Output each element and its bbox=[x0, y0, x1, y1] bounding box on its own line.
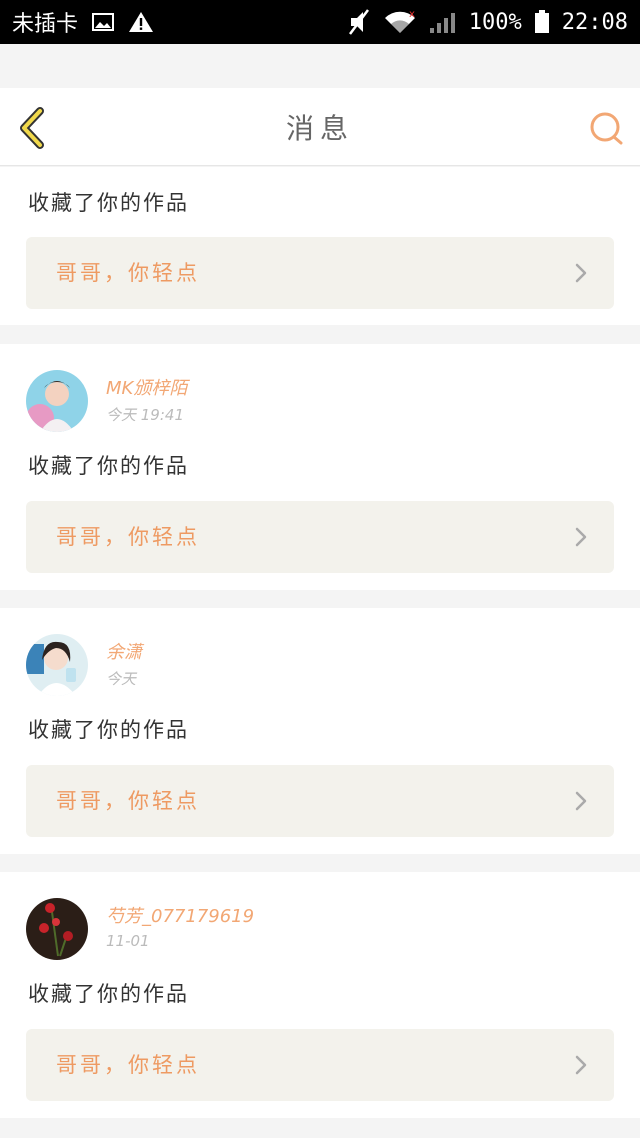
username[interactable]: 芍芳_077179619 bbox=[106, 902, 254, 928]
timestamp: 今天 bbox=[106, 670, 137, 688]
chevron-right-icon bbox=[575, 1055, 587, 1075]
chevron-right-icon bbox=[575, 791, 587, 811]
work-title: 哥哥，你轻点 bbox=[56, 789, 200, 813]
username[interactable]: 余潇 bbox=[106, 638, 142, 664]
avatar[interactable] bbox=[26, 898, 88, 960]
clock: 22:08 bbox=[561, 9, 628, 35]
search-button[interactable] bbox=[588, 110, 624, 146]
page-title: 消息 bbox=[285, 111, 354, 145]
message-card: MK颁梓陌 今天 19:41 收藏了你的作品 哥哥，你轻点 bbox=[0, 344, 640, 590]
status-right: x 100% 22:08 bbox=[347, 8, 628, 36]
timestamp: 11-01 bbox=[106, 932, 150, 950]
message-action: 收藏了你的作品 bbox=[28, 718, 189, 742]
warning-icon bbox=[128, 11, 154, 33]
avatar[interactable] bbox=[26, 634, 88, 696]
work-title: 哥哥，你轻点 bbox=[56, 261, 200, 285]
work-link[interactable]: 哥哥，你轻点 bbox=[26, 237, 614, 309]
search-icon bbox=[590, 112, 623, 145]
work-title: 哥哥，你轻点 bbox=[56, 1053, 200, 1077]
back-button[interactable] bbox=[16, 107, 50, 149]
battery-icon bbox=[534, 10, 550, 34]
work-link[interactable]: 哥哥，你轻点 bbox=[26, 765, 614, 837]
chevron-left-icon bbox=[20, 107, 44, 149]
signal-icon bbox=[429, 10, 457, 34]
message-card: 芍芳_077179619 11-01 收藏了你的作品 哥哥，你轻点 bbox=[0, 872, 640, 1118]
message-card: 余潇 今天 收藏了你的作品 哥哥，你轻点 bbox=[0, 608, 640, 854]
mute-icon bbox=[347, 8, 371, 36]
chevron-right-icon bbox=[575, 527, 587, 547]
svg-text:x: x bbox=[409, 9, 415, 20]
wifi-icon: x bbox=[383, 9, 417, 35]
message-action: 收藏了你的作品 bbox=[28, 982, 189, 1006]
message-action: 收藏了你的作品 bbox=[28, 191, 189, 215]
work-link[interactable]: 哥哥，你轻点 bbox=[26, 501, 614, 573]
message-action: 收藏了你的作品 bbox=[28, 454, 189, 478]
avatar[interactable] bbox=[26, 370, 88, 432]
header: 消息 bbox=[0, 88, 640, 166]
image-icon bbox=[92, 13, 115, 31]
status-left: 未插卡 bbox=[12, 6, 154, 38]
status-bar: 未插卡 x 100% 22:08 bbox=[0, 0, 640, 44]
carrier-label: 未插卡 bbox=[12, 12, 79, 37]
username[interactable]: MK颁梓陌 bbox=[106, 374, 187, 400]
chevron-right-icon bbox=[575, 263, 587, 283]
battery-percent: 100% bbox=[468, 9, 522, 35]
work-link[interactable]: 哥哥，你轻点 bbox=[26, 1029, 614, 1101]
work-title: 哥哥，你轻点 bbox=[56, 525, 200, 549]
message-card: 收藏了你的作品 哥哥，你轻点 bbox=[0, 167, 640, 325]
timestamp: 今天 19:41 bbox=[106, 406, 184, 424]
